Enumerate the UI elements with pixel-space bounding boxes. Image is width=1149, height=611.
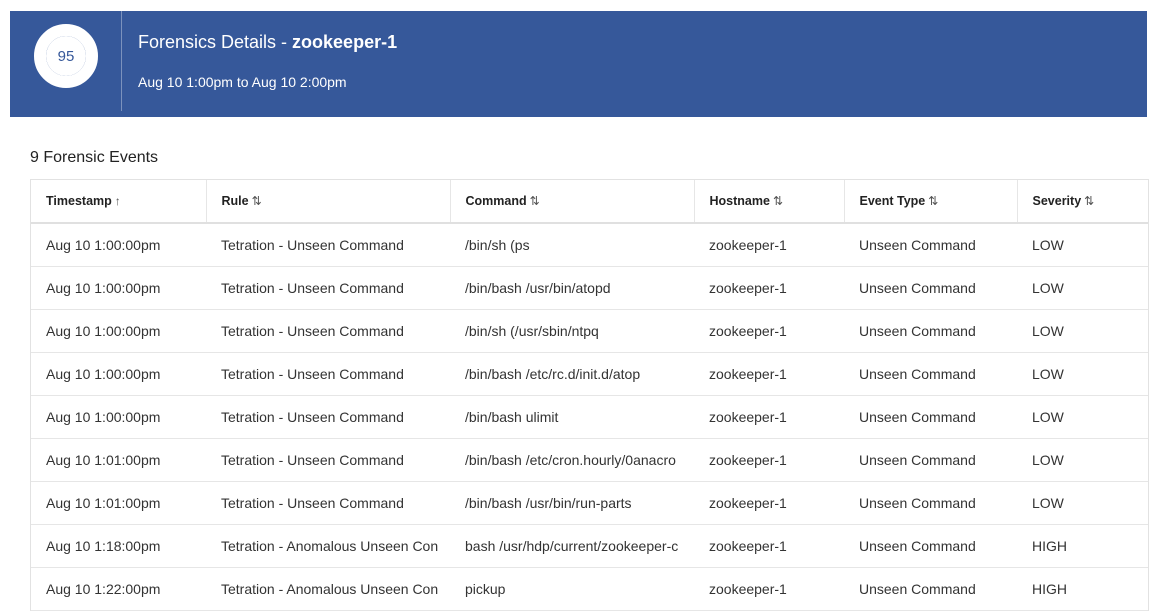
- cell-command: /bin/bash /etc/cron.hourly/0anacro: [450, 438, 694, 482]
- cell-event-type: Unseen Command: [844, 481, 1017, 525]
- cell-event-type: Unseen Command: [844, 438, 1017, 482]
- column-header-hostname[interactable]: Hostname ⇅: [694, 180, 845, 224]
- cell-timestamp: Aug 10 1:00:00pm: [31, 395, 206, 439]
- column-header-rule[interactable]: Rule ⇅: [206, 180, 451, 224]
- sort-ascending-icon[interactable]: ↑: [115, 194, 121, 208]
- sort-icon[interactable]: ⇅: [773, 194, 783, 208]
- cell-hostname: zookeeper-1: [694, 481, 844, 525]
- cell-rule: Tetration - Unseen Command: [206, 309, 450, 353]
- cell-event-type: Unseen Command: [844, 266, 1017, 310]
- sort-icon[interactable]: ⇅: [1084, 194, 1094, 208]
- cell-severity: LOW: [1017, 266, 1148, 310]
- column-header-timestamp[interactable]: Timestamp ↑: [31, 180, 207, 224]
- column-header-event-type[interactable]: Event Type ⇅: [844, 180, 1018, 224]
- cell-command: /bin/sh (ps: [450, 223, 694, 267]
- cell-hostname: zookeeper-1: [694, 524, 844, 568]
- title-hostname: zookeeper-1: [292, 32, 398, 52]
- cell-severity: LOW: [1017, 352, 1148, 396]
- cell-hostname: zookeeper-1: [694, 309, 844, 353]
- cell-hostname: zookeeper-1: [694, 266, 844, 310]
- cell-severity: HIGH: [1017, 567, 1148, 611]
- header-divider: [121, 11, 122, 111]
- column-label: Event Type: [859, 194, 926, 208]
- table-header-row: Timestamp ↑ Rule ⇅ Command ⇅ Hostname ⇅ Even…: [31, 180, 1148, 224]
- column-label: Rule: [221, 194, 249, 208]
- cell-timestamp: Aug 10 1:00:00pm: [31, 266, 206, 310]
- cell-command: /bin/bash /usr/bin/run-parts: [450, 481, 694, 525]
- events-table: Timestamp ↑ Rule ⇅ Command ⇅ Hostname ⇅ Even…: [30, 179, 1149, 611]
- sort-icon[interactable]: ⇅: [530, 194, 540, 208]
- cell-hostname: zookeeper-1: [694, 567, 844, 611]
- cell-rule: Tetration - Unseen Command: [206, 266, 450, 310]
- cell-timestamp: Aug 10 1:01:00pm: [31, 438, 206, 482]
- cell-command: /bin/bash ulimit: [450, 395, 694, 439]
- cell-rule: Tetration - Unseen Command: [206, 481, 450, 525]
- cell-timestamp: Aug 10 1:22:00pm: [31, 567, 206, 611]
- table-row[interactable]: Aug 10 1:18:00pm Tetration - Anomalous U…: [31, 524, 1148, 568]
- cell-command: /bin/sh (/usr/sbin/ntpq: [450, 309, 694, 353]
- cell-rule: Tetration - Unseen Command: [206, 223, 450, 267]
- table-row[interactable]: Aug 10 1:01:00pm Tetration - Unseen Comm…: [31, 481, 1148, 525]
- title-prefix: Forensics Details -: [138, 32, 293, 52]
- column-label: Hostname: [709, 194, 770, 208]
- sort-icon[interactable]: ⇅: [252, 194, 262, 208]
- cell-severity: LOW: [1017, 438, 1148, 482]
- cell-hostname: zookeeper-1: [694, 223, 844, 267]
- table-row[interactable]: Aug 10 1:00:00pm Tetration - Unseen Comm…: [31, 266, 1148, 310]
- cell-event-type: Unseen Command: [844, 524, 1017, 568]
- table-row[interactable]: Aug 10 1:01:00pm Tetration - Unseen Comm…: [31, 438, 1148, 482]
- cell-event-type: Unseen Command: [844, 223, 1017, 267]
- cell-severity: HIGH: [1017, 524, 1148, 568]
- cell-command: /bin/bash /etc/rc.d/init.d/atop: [450, 352, 694, 396]
- table-row[interactable]: Aug 10 1:00:00pm Tetration - Unseen Comm…: [31, 395, 1148, 439]
- page-title: Forensics Details - zookeeper-1: [138, 32, 397, 53]
- table-row[interactable]: Aug 10 1:00:00pm Tetration - Unseen Comm…: [31, 223, 1148, 267]
- cell-event-type: Unseen Command: [844, 395, 1017, 439]
- cell-event-type: Unseen Command: [844, 567, 1017, 611]
- column-header-command[interactable]: Command ⇅: [450, 180, 695, 224]
- score-value: 95: [57, 47, 75, 65]
- cell-event-type: Unseen Command: [844, 309, 1017, 353]
- cell-hostname: zookeeper-1: [694, 352, 844, 396]
- table-row[interactable]: Aug 10 1:00:00pm Tetration - Unseen Comm…: [31, 352, 1148, 396]
- sort-icon[interactable]: ⇅: [928, 194, 938, 208]
- cell-rule: Tetration - Unseen Command: [206, 395, 450, 439]
- cell-rule: Tetration - Anomalous Unseen Con: [206, 524, 450, 568]
- cell-severity: LOW: [1017, 223, 1148, 267]
- cell-timestamp: Aug 10 1:00:00pm: [31, 352, 206, 396]
- cell-severity: LOW: [1017, 309, 1148, 353]
- cell-rule: Tetration - Unseen Command: [206, 438, 450, 482]
- time-range: Aug 10 1:00pm to Aug 10 2:00pm: [138, 74, 347, 90]
- table-row[interactable]: Aug 10 1:22:00pm Tetration - Anomalous U…: [31, 567, 1148, 611]
- column-label: Command: [465, 194, 527, 208]
- cell-hostname: zookeeper-1: [694, 438, 844, 482]
- cell-rule: Tetration - Unseen Command: [206, 352, 450, 396]
- cell-timestamp: Aug 10 1:00:00pm: [31, 309, 206, 353]
- cell-rule: Tetration - Anomalous Unseen Con: [206, 567, 450, 611]
- cell-command: pickup: [450, 567, 694, 611]
- forensics-header: 95 Forensics Details - zookeeper-1 Aug 1…: [10, 11, 1147, 117]
- column-label: Timestamp: [46, 194, 112, 208]
- cell-timestamp: Aug 10 1:18:00pm: [31, 524, 206, 568]
- cell-timestamp: Aug 10 1:01:00pm: [31, 481, 206, 525]
- table-row[interactable]: Aug 10 1:00:00pm Tetration - Unseen Comm…: [31, 309, 1148, 353]
- column-header-severity[interactable]: Severity ⇅: [1017, 180, 1148, 224]
- column-label: Severity: [1032, 194, 1082, 208]
- cell-severity: LOW: [1017, 481, 1148, 525]
- cell-event-type: Unseen Command: [844, 352, 1017, 396]
- score-gauge: 95: [34, 24, 98, 88]
- cell-hostname: zookeeper-1: [694, 395, 844, 439]
- cell-severity: LOW: [1017, 395, 1148, 439]
- events-count: 9 Forensic Events: [30, 149, 159, 166]
- cell-timestamp: Aug 10 1:00:00pm: [31, 223, 206, 267]
- cell-command: bash /usr/hdp/current/zookeeper-c: [450, 524, 694, 568]
- cell-command: /bin/bash /usr/bin/atopd: [450, 266, 694, 310]
